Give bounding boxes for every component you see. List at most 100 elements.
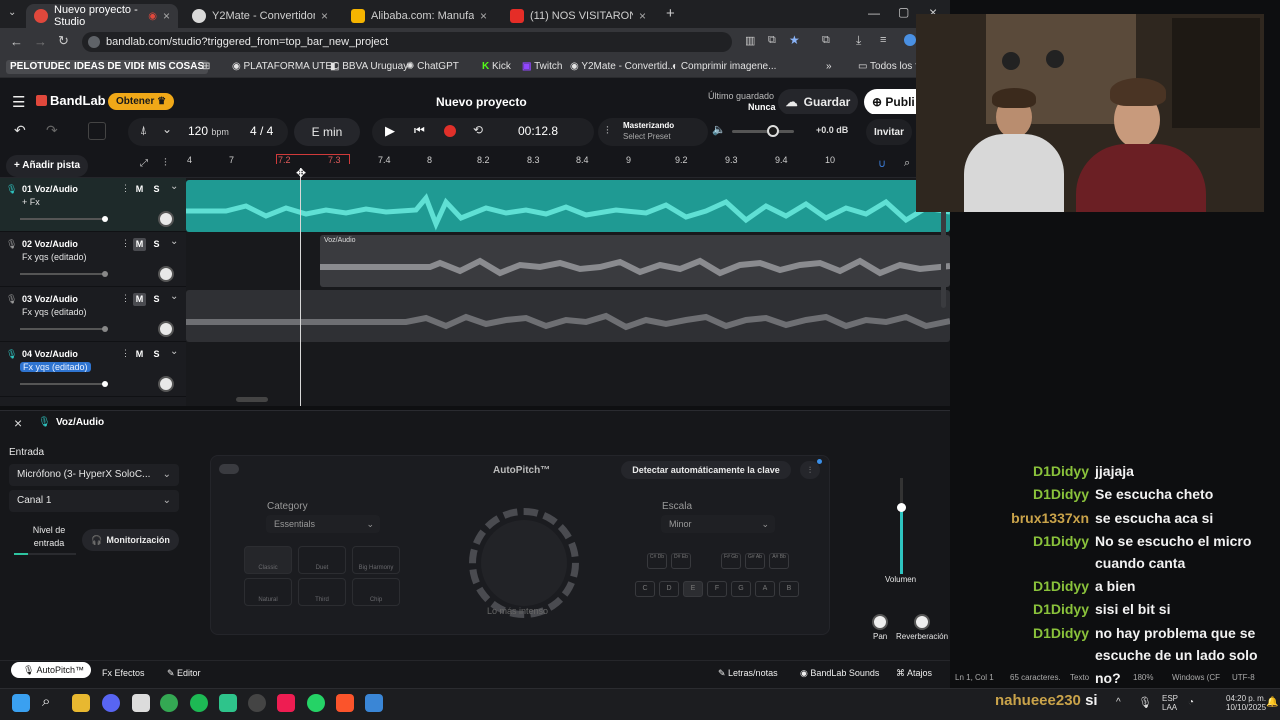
apps-grid-icon[interactable]: ⊞ xyxy=(202,60,210,74)
solo-button[interactable]: S xyxy=(150,293,163,306)
key-e[interactable]: E xyxy=(683,581,703,597)
reload-icon[interactable]: ↻ xyxy=(58,33,69,49)
effect-natural[interactable]: Natural xyxy=(244,578,292,606)
wifi-icon[interactable]: ◔ xyxy=(1188,697,1194,708)
mixer-icon[interactable]: ⫶ xyxy=(164,157,167,170)
volume-fader[interactable] xyxy=(897,478,906,574)
settings-sliders-icon[interactable]: ⫶ xyxy=(800,461,820,479)
close-icon[interactable]: × xyxy=(163,9,170,23)
detect-key-button[interactable]: Detectar automáticamente la clave xyxy=(621,461,791,479)
brave-icon[interactable] xyxy=(336,694,354,712)
intensity-knob[interactable] xyxy=(481,520,567,606)
extensions-icon[interactable]: ⧉ xyxy=(822,34,830,47)
solo-button[interactable]: S xyxy=(150,183,163,196)
channel-select[interactable]: Canal 1 ⌄ xyxy=(9,490,179,512)
notepad-icon[interactable] xyxy=(132,694,150,712)
record-button[interactable] xyxy=(444,125,456,137)
chat-username[interactable]: D1Didyy xyxy=(955,578,1089,594)
get-membership-button[interactable]: Obtener ♛ xyxy=(108,93,175,110)
track-header[interactable]: 🎙 01 Voz/Audio + Fx ⋮ M S ⌄ xyxy=(0,178,186,232)
track-fx[interactable]: Fx yqs (editado) xyxy=(22,307,87,317)
bookmark-link[interactable]: ✺ ChatGPT xyxy=(406,60,459,74)
track-volume-slider[interactable] xyxy=(20,381,108,387)
automation-icon[interactable]: ⤢ xyxy=(140,158,148,169)
new-tab-icon[interactable]: + xyxy=(666,5,675,22)
playhead[interactable] xyxy=(300,168,301,406)
microphone-icon[interactable]: 🎙 xyxy=(1138,696,1152,709)
key-a[interactable]: A xyxy=(755,581,775,597)
media-icon[interactable]: ≡ xyxy=(880,34,886,46)
start-icon[interactable] xyxy=(12,694,30,712)
chrome-icon[interactable] xyxy=(160,694,178,712)
track-volume-slider[interactable] xyxy=(20,216,108,222)
pan-knob[interactable] xyxy=(158,321,174,337)
kebab-icon[interactable]: ⋮ xyxy=(121,348,130,359)
loop-icon[interactable]: ⟲ xyxy=(473,123,483,137)
all-bookmarks[interactable]: ▭ Todos los fa xyxy=(858,60,923,74)
maximize-icon[interactable]: ▢ xyxy=(898,5,909,19)
track-fx[interactable]: Fx yqs (editado) xyxy=(20,362,91,372)
mute-button[interactable]: M xyxy=(133,183,146,196)
key-f[interactable]: F xyxy=(707,581,727,597)
search-icon[interactable]: ⌕ xyxy=(42,693,50,710)
category-select[interactable]: Essentials ⌄ xyxy=(266,515,380,533)
monitoring-button[interactable]: 🎧 Monitorización xyxy=(82,529,179,551)
bookmark-link[interactable]: ◉ Y2Mate - Convertid... xyxy=(570,60,676,74)
key-b[interactable]: B xyxy=(779,581,799,597)
scale-select[interactable]: Minor ⌄ xyxy=(661,515,775,533)
chevron-down-icon[interactable]: ⌄ xyxy=(170,291,178,302)
effect-classic[interactable]: Classic xyxy=(244,546,292,574)
track-name[interactable]: 03 Voz/Audio xyxy=(22,294,78,304)
master-volume-slider[interactable] xyxy=(732,130,794,133)
slider-thumb[interactable] xyxy=(102,381,108,387)
key-selector[interactable]: E min xyxy=(294,118,360,146)
key-c-sharp[interactable]: C# Db xyxy=(647,553,667,569)
close-icon[interactable]: × xyxy=(480,9,487,23)
pan-knob[interactable] xyxy=(158,266,174,282)
chevron-down-icon[interactable]: ⌄ xyxy=(170,181,178,192)
track-name[interactable]: 04 Voz/Audio xyxy=(22,349,78,359)
tiktok-icon[interactable] xyxy=(277,694,295,712)
menu-icon[interactable]: ☰ xyxy=(12,93,25,111)
track-header[interactable]: 🎙 04 Voz/Audio Fx yqs (editado) ⋮ M S ⌄ xyxy=(0,343,186,397)
mute-button[interactable]: M xyxy=(133,348,146,361)
bookmark-link[interactable]: ◐ Comprimir imagene... xyxy=(672,60,776,74)
tempo-value[interactable]: 120 bpm xyxy=(188,124,229,138)
kebab-icon[interactable]: ⋮ xyxy=(121,238,130,249)
pan-knob[interactable] xyxy=(872,614,888,630)
volume-icon[interactable]: 🔈 xyxy=(712,123,726,136)
track-header[interactable]: 🎙 02 Voz/Audio Fx yqs (editado) ⋮ M S ⌄ xyxy=(0,233,186,287)
forward-icon[interactable]: → xyxy=(34,34,47,49)
chat-username[interactable]: D1Didyy xyxy=(955,486,1089,502)
url-field[interactable]: bandlab.com/studio?triggered_from=top_ba… xyxy=(82,32,732,52)
app-icon[interactable] xyxy=(365,694,383,712)
chevron-down-icon[interactable]: ⌄ xyxy=(162,122,172,136)
skip-back-icon[interactable]: ⏮ xyxy=(414,123,425,138)
kebab-icon[interactable]: ⋮ xyxy=(121,183,130,194)
invite-button[interactable]: Invitar xyxy=(866,119,912,145)
time-signature[interactable]: 4 / 4 xyxy=(250,124,273,138)
save-button[interactable]: ☁ Guardar xyxy=(778,89,858,115)
shortcuts-button[interactable]: ⌘ Atajos xyxy=(896,665,932,681)
key-d-sharp[interactable]: D# Eb xyxy=(671,553,691,569)
track-fx[interactable]: + Fx xyxy=(22,197,40,207)
chat-username[interactable]: nahueee230 xyxy=(995,692,1081,709)
chat-username[interactable]: brux1337xn xyxy=(955,510,1089,526)
input-device-select[interactable]: Micrófono (3- HyperX SoloC... ⌄ xyxy=(9,464,179,486)
solo-button[interactable]: S xyxy=(150,348,163,361)
chat-username[interactable]: D1Didyy xyxy=(955,533,1089,549)
metronome-icon[interactable]: ⍋ xyxy=(140,123,147,138)
redo-icon[interactable]: ↷ xyxy=(46,122,58,139)
bookmark-link[interactable]: K Kick xyxy=(482,60,511,74)
key-a-sharp[interactable]: A# Bb xyxy=(769,553,789,569)
track-fx[interactable]: Fx yqs (editado) xyxy=(22,252,87,262)
tab-search-icon[interactable]: ⌄ xyxy=(8,7,16,18)
reverb-knob[interactable] xyxy=(914,614,930,630)
chat-username[interactable]: D1Didyy xyxy=(955,463,1089,479)
key-c[interactable]: C xyxy=(635,581,655,597)
autopitch-toggle[interactable] xyxy=(219,464,239,474)
clock[interactable]: 04:20 p. m. 10/10/2025 xyxy=(1226,694,1266,712)
kebab-icon[interactable]: ⋮ xyxy=(121,293,130,304)
minimize-icon[interactable]: — xyxy=(868,6,880,20)
tab-autopitch[interactable]: 🎙 AutoPitch™ xyxy=(11,662,91,678)
